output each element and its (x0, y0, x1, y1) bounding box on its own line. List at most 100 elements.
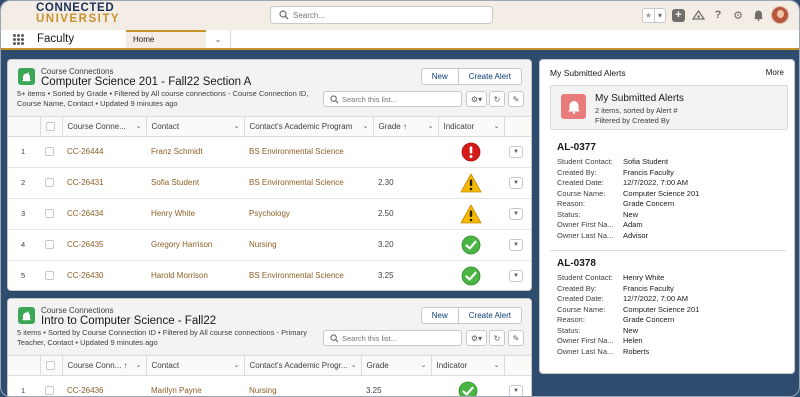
contact-cell[interactable]: Harold Morrison (146, 260, 244, 290)
course-connection-link[interactable]: CC-26444 (67, 147, 103, 156)
row-checkbox[interactable] (40, 198, 62, 230)
contact-link[interactable]: Gregory Harrison (151, 240, 212, 249)
list-settings-gear-icon[interactable]: ⚙▾ (466, 91, 487, 107)
academic-program-link[interactable]: Nursing (249, 386, 277, 395)
column-header-indicator[interactable]: Indicator ⌄ (431, 356, 505, 376)
academic-program-cell[interactable]: Nursing (244, 229, 373, 261)
course-connection-cell[interactable]: CC-26434 (62, 198, 146, 230)
table-row[interactable]: 3 CC-26434 Henry White Psychology 2.50 ▼ (8, 198, 531, 230)
column-header-contact[interactable]: Contact ⌄ (146, 117, 245, 137)
academic-program-link[interactable]: Nursing (249, 240, 277, 249)
table-row[interactable]: 1 CC-26436 Marilyn Payne Nursing 3.25 ▼ (8, 375, 531, 396)
row-actions-cell[interactable]: ▼ (504, 229, 531, 261)
row-actions-dropdown-icon[interactable]: ▼ (509, 207, 523, 220)
global-search-input[interactable] (293, 9, 483, 21)
list-search[interactable] (323, 91, 462, 107)
column-header-academic-program[interactable]: Contact's Academic Program ⌄ (244, 117, 374, 137)
academic-program-cell[interactable]: BS Environmental Science (244, 167, 373, 199)
alerts-list-title[interactable]: My Submitted Alerts (595, 93, 684, 104)
list-view-title[interactable]: Computer Science 201 - Fall22 Section A (41, 76, 251, 88)
column-header-grade[interactable]: Grade ↑ ⌄ (373, 117, 439, 137)
row-actions-dropdown-icon[interactable]: ▼ (509, 269, 523, 282)
user-avatar[interactable] (771, 6, 789, 24)
contact-link[interactable]: Harold Morrison (151, 271, 208, 280)
list-view-title[interactable]: Intro to Computer Science - Fall22 (41, 315, 216, 327)
contact-cell[interactable]: Franz Schmidt (146, 136, 244, 168)
column-header-indicator[interactable]: Indicator ⌄ (438, 117, 505, 137)
create-alert-button[interactable]: Create Alert (457, 69, 521, 84)
tab-home[interactable]: Home (126, 30, 206, 48)
row-actions-cell[interactable]: ▼ (504, 375, 531, 396)
academic-program-link[interactable]: BS Environmental Science (249, 271, 344, 280)
global-search[interactable] (270, 6, 493, 24)
course-connection-cell[interactable]: CC-26430 (62, 260, 146, 290)
contact-cell[interactable]: Henry White (146, 198, 244, 230)
row-actions-dropdown-icon[interactable]: ▼ (509, 384, 523, 396)
row-actions-cell[interactable]: ▼ (504, 167, 531, 199)
setup-gear-icon[interactable]: ⚙ (731, 8, 745, 22)
contact-cell[interactable]: Marilyn Payne (146, 375, 244, 396)
contact-link[interactable]: Henry White (151, 209, 195, 218)
list-search-input[interactable] (342, 333, 457, 343)
course-connection-cell[interactable]: CC-26444 (62, 136, 146, 168)
course-connection-cell[interactable]: CC-26435 (62, 229, 146, 261)
refresh-icon[interactable]: ↻ (489, 91, 505, 107)
edit-pencil-icon[interactable]: ✎ (508, 91, 524, 107)
course-connection-link[interactable]: CC-26435 (67, 240, 103, 249)
row-checkbox[interactable] (40, 375, 62, 396)
course-connection-link[interactable]: CC-26434 (67, 209, 103, 218)
course-connection-link[interactable]: CC-26431 (67, 178, 103, 187)
row-actions-cell[interactable]: ▼ (504, 260, 531, 290)
column-header-course-connection[interactable]: Course Conne... ⌄ (62, 117, 147, 137)
edit-pencil-icon[interactable]: ✎ (508, 330, 524, 346)
university-logo[interactable]: CONNECTED UNIVERSITY (36, 2, 120, 25)
table-row[interactable]: 5 CC-26430 Harold Morrison BS Environmental… (8, 260, 531, 290)
course-connection-link[interactable]: CC-26430 (67, 271, 103, 280)
favorites-dropdown-icon[interactable]: ▾ (654, 8, 665, 22)
column-header-course-connection[interactable]: Course Conn... ↑ ⌄ (62, 356, 147, 376)
row-actions-dropdown-icon[interactable]: ▼ (509, 238, 523, 251)
course-connection-cell[interactable]: CC-26436 (62, 375, 146, 396)
course-connection-cell[interactable]: CC-26431 (62, 167, 146, 199)
contact-link[interactable]: Sofia Student (151, 178, 199, 187)
academic-program-cell[interactable]: Nursing (244, 375, 361, 396)
row-actions-cell[interactable]: ▼ (504, 198, 531, 230)
academic-program-cell[interactable]: Psychology (244, 198, 373, 230)
refresh-icon[interactable]: ↻ (489, 330, 505, 346)
alert-id[interactable]: AL-0378 (557, 258, 777, 269)
table-row[interactable]: 2 CC-26431 Sofia Student BS Environmental S… (8, 167, 531, 199)
list-search-input[interactable] (342, 94, 457, 104)
contact-link[interactable]: Marilyn Payne (151, 386, 202, 395)
favorites-group[interactable]: ★ ▾ (642, 7, 666, 23)
more-link[interactable]: More (766, 68, 784, 77)
row-actions-cell[interactable]: ▼ (504, 136, 531, 168)
academic-program-cell[interactable]: BS Environmental Science (244, 136, 373, 168)
list-settings-gear-icon[interactable]: ⚙▾ (466, 330, 487, 346)
notifications-bell-icon[interactable] (751, 8, 765, 22)
list-search[interactable] (323, 330, 462, 346)
alert-id[interactable]: AL-0377 (557, 142, 777, 153)
row-checkbox[interactable] (40, 136, 62, 168)
column-header-contact[interactable]: Contact ⌄ (146, 356, 245, 376)
favorite-star-icon[interactable]: ★ (643, 9, 654, 22)
academic-program-cell[interactable]: BS Environmental Science (244, 260, 373, 290)
column-header-grade[interactable]: Grade ⌄ (361, 356, 432, 376)
create-alert-button[interactable]: Create Alert (457, 308, 521, 323)
nav-menu-chevron-down-icon[interactable]: ⌄ (206, 30, 231, 48)
add-icon[interactable]: + (672, 8, 685, 22)
help-icon[interactable]: ? (711, 8, 725, 22)
row-actions-dropdown-icon[interactable]: ▼ (509, 176, 523, 189)
trailhead-icon[interactable] (691, 8, 705, 22)
academic-program-link[interactable]: Psychology (249, 209, 290, 218)
contact-link[interactable]: Franz Schmidt (151, 147, 203, 156)
contact-cell[interactable]: Sofia Student (146, 167, 244, 199)
contact-cell[interactable]: Gregory Harrison (146, 229, 244, 261)
course-connection-link[interactable]: CC-26436 (67, 386, 103, 395)
table-row[interactable]: 4 CC-26435 Gregory Harrison Nursing 3.20 ▼ (8, 229, 531, 261)
academic-program-link[interactable]: BS Environmental Science (249, 147, 344, 156)
select-all-checkbox[interactable] (40, 356, 63, 376)
new-button[interactable]: New (422, 308, 458, 323)
column-header-academic-program[interactable]: Contact's Academic Progr... ⌄ (244, 356, 362, 376)
row-actions-dropdown-icon[interactable]: ▼ (509, 145, 523, 158)
row-checkbox[interactable] (40, 167, 62, 199)
